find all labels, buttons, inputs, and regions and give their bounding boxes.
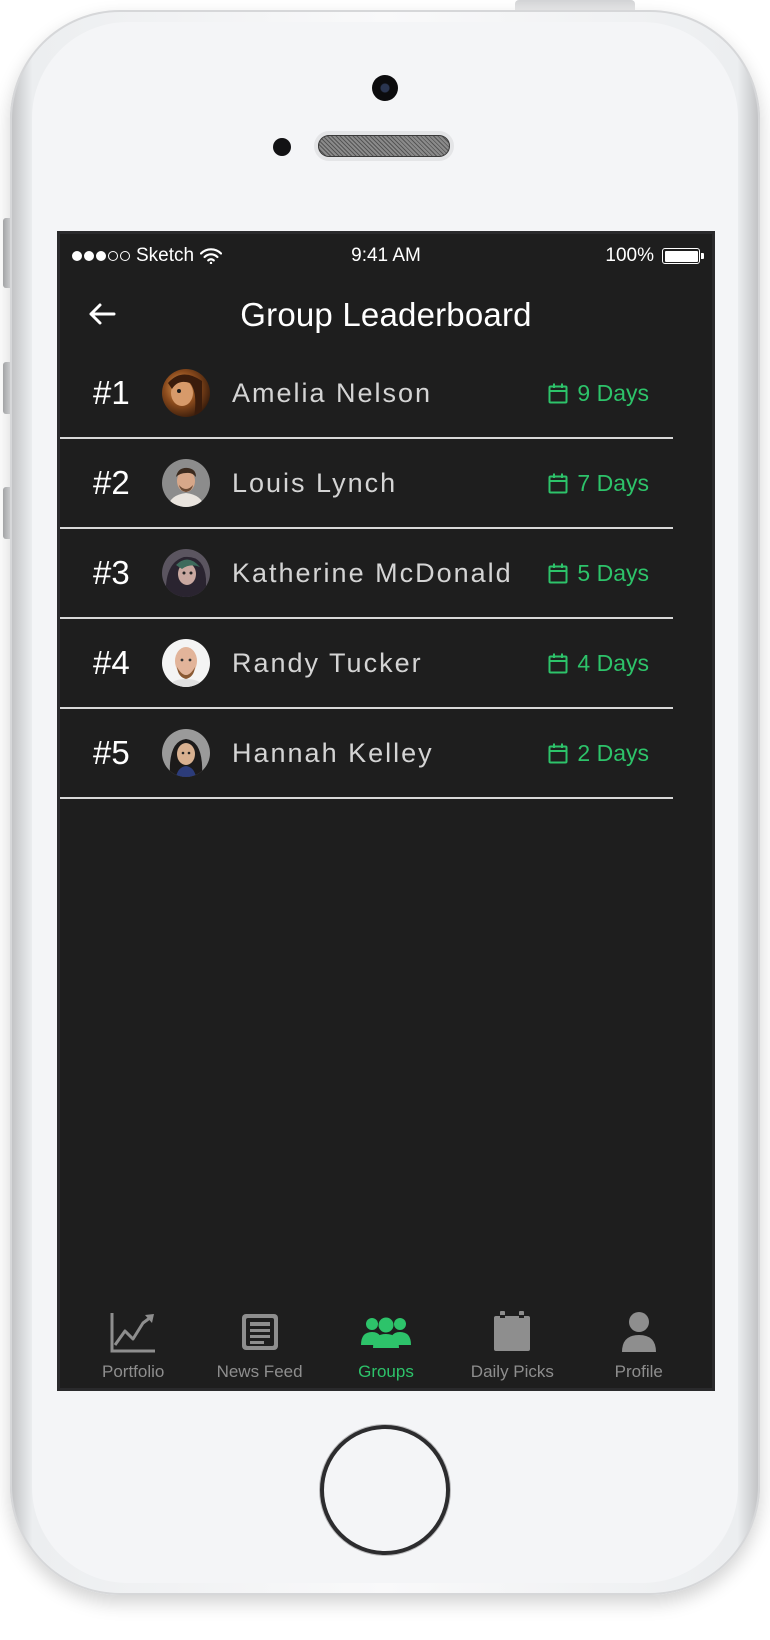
streak-days-label: 9 Days: [577, 379, 649, 406]
home-button[interactable]: [320, 1425, 450, 1555]
leaderboard-list: #1 Amelia Nelson 9 Days #2 Louis Lynch 7…: [60, 349, 673, 799]
calendar-icon: [494, 1311, 531, 1351]
streak-days: 2 Days: [548, 709, 649, 797]
tab-label: Portfolio: [102, 1362, 165, 1381]
avatar: [162, 639, 210, 687]
front-camera: [372, 75, 398, 101]
tab-label: Daily Picks: [470, 1362, 554, 1381]
tab-label: Groups: [358, 1362, 414, 1381]
streak-days: 7 Days: [548, 439, 649, 527]
calendar-icon: [548, 563, 568, 583]
member-name: Katherine McDonald: [232, 558, 513, 588]
member-name: Amelia Nelson: [232, 378, 433, 408]
streak-days: 4 Days: [548, 619, 649, 707]
avatar: [162, 549, 210, 597]
leaderboard-row[interactable]: #2 Louis Lynch 7 Days: [60, 439, 673, 529]
member-name: Randy Tucker: [232, 648, 423, 678]
tab-daily-picks[interactable]: Daily Picks: [451, 1292, 573, 1388]
member-name: Hannah Kelley: [232, 738, 434, 768]
streak-days-label: 2 Days: [577, 739, 649, 766]
streak-days: 9 Days: [548, 349, 649, 437]
group-icon: [360, 1317, 411, 1348]
leaderboard-row[interactable]: #1 Amelia Nelson 9 Days: [60, 349, 673, 439]
tab-news-feed[interactable]: News Feed: [199, 1292, 321, 1388]
avatar: [162, 459, 210, 507]
tab-portfolio[interactable]: Portfolio: [72, 1292, 194, 1388]
calendar-icon: [548, 743, 568, 763]
avatar: [162, 369, 210, 417]
person-icon: [621, 1312, 656, 1352]
page-title: Group Leaderboard: [240, 296, 532, 333]
earpiece-speaker: [318, 135, 450, 157]
status-bar: Sketch 9:41 AM 100%: [60, 234, 712, 276]
rank-label: #4: [93, 644, 130, 681]
device-mockup: Sketch 9:41 AM 100% Group Leaderboard #1…: [0, 0, 770, 1640]
avatar: [162, 729, 210, 777]
battery-icon: [662, 248, 704, 264]
tab-groups[interactable]: Groups: [325, 1292, 447, 1388]
calendar-icon: [548, 473, 568, 493]
newspaper-icon: [241, 1314, 278, 1350]
tab-label: Profile: [614, 1362, 663, 1381]
calendar-icon: [548, 383, 568, 403]
status-right: 100%: [605, 245, 704, 267]
member-name: Louis Lynch: [232, 468, 398, 498]
streak-days-label: 4 Days: [577, 649, 649, 676]
rank-label: #5: [93, 734, 130, 771]
leaderboard-row[interactable]: #3 Katherine McDonald 5 Days: [60, 529, 673, 619]
chart-icon: [110, 1313, 156, 1353]
calendar-icon: [548, 653, 568, 673]
rank-label: #3: [93, 554, 130, 591]
tab-bar: Portfolio News Feed Groups Daily Picks P…: [60, 1292, 712, 1388]
app-screen: Sketch 9:41 AM 100% Group Leaderboard #1…: [57, 231, 715, 1391]
streak-days-label: 7 Days: [577, 469, 649, 496]
rank-label: #2: [93, 464, 130, 501]
streak-days-label: 5 Days: [577, 559, 649, 586]
leaderboard-row[interactable]: #4 Randy Tucker 4 Days: [60, 619, 673, 709]
streak-days: 5 Days: [548, 529, 649, 617]
tab-label: News Feed: [216, 1362, 303, 1381]
leaderboard-row[interactable]: #5 Hannah Kelley 2 Days: [60, 709, 673, 799]
battery-percentage: 100%: [605, 245, 654, 266]
rank-label: #1: [93, 374, 130, 411]
navigation-bar: Group Leaderboard: [60, 284, 712, 344]
tab-profile[interactable]: Profile: [578, 1292, 700, 1388]
proximity-sensor: [273, 138, 291, 156]
